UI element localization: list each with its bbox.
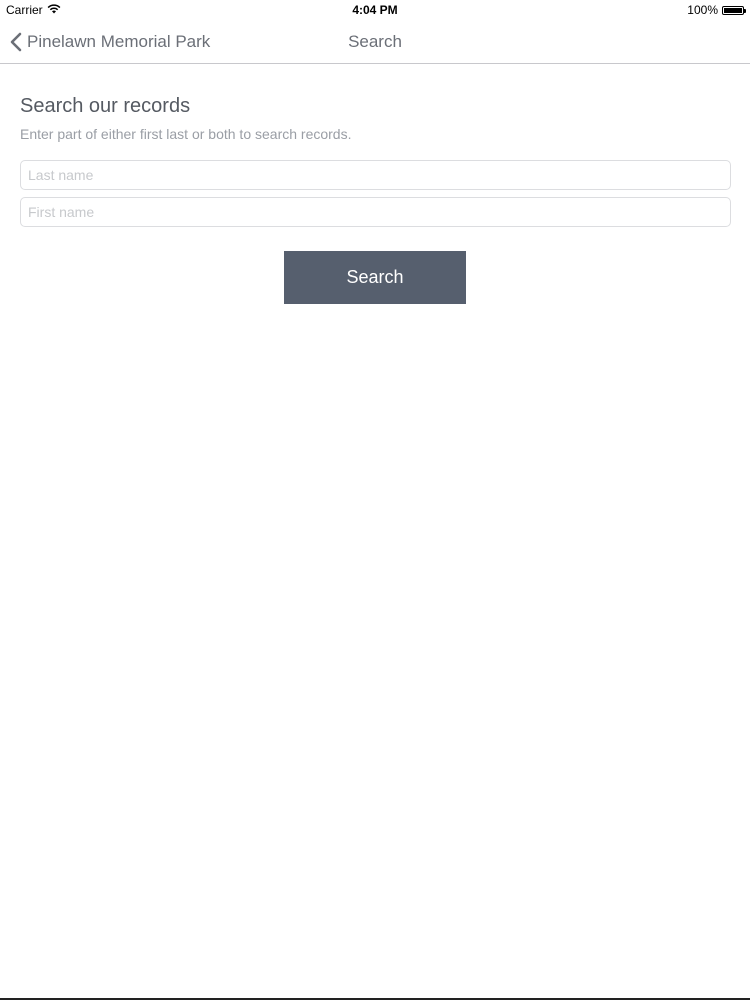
search-form: Search our records Enter part of either … (0, 64, 750, 304)
last-name-input[interactable] (20, 160, 731, 190)
form-instructions: Enter part of either first last or both … (20, 126, 352, 142)
first-name-input[interactable] (20, 197, 731, 227)
battery-percent: 100% (687, 3, 718, 17)
back-button-label: Pinelawn Memorial Park (27, 31, 211, 51)
back-button[interactable]: Pinelawn Memorial Park (10, 20, 210, 63)
navigation-bar: Pinelawn Memorial Park Search (0, 20, 750, 64)
battery-icon (722, 5, 746, 15)
status-time: 4:04 PM (352, 3, 398, 17)
status-right: 100% (687, 3, 746, 17)
app-screen: Carrier 4:04 PM 100% Pinelawn Memorial P… (0, 0, 750, 1000)
battery-fill (724, 7, 742, 13)
status-bar: Carrier 4:04 PM 100% (0, 0, 750, 20)
chevron-left-icon (10, 32, 22, 52)
search-button[interactable]: Search (284, 251, 466, 304)
form-heading: Search our records (20, 95, 191, 117)
